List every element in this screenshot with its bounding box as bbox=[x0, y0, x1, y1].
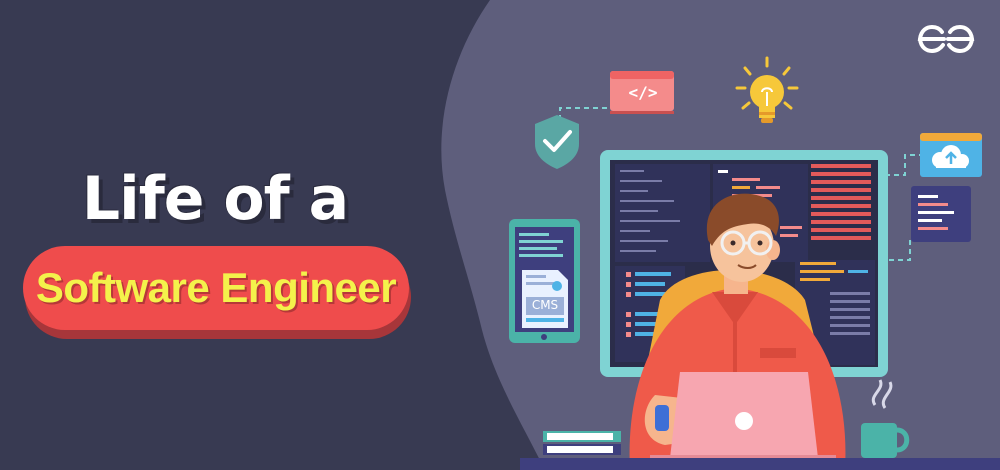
tablet-icon bbox=[509, 219, 580, 343]
cloud-upload-icon bbox=[920, 133, 982, 177]
title-line-1: Life of a bbox=[81, 164, 349, 234]
code-document-icon bbox=[911, 186, 971, 242]
illustration bbox=[441, 0, 1000, 470]
title-pill: Software Engineer bbox=[23, 246, 409, 330]
title-line-2: Software Engineer bbox=[35, 264, 397, 311]
cms-label: CMS bbox=[531, 298, 559, 312]
code-tag-label: </> bbox=[628, 83, 658, 102]
banner: </> CMS Life of a Software Engineer bbox=[0, 0, 1000, 470]
desk bbox=[520, 458, 1000, 470]
